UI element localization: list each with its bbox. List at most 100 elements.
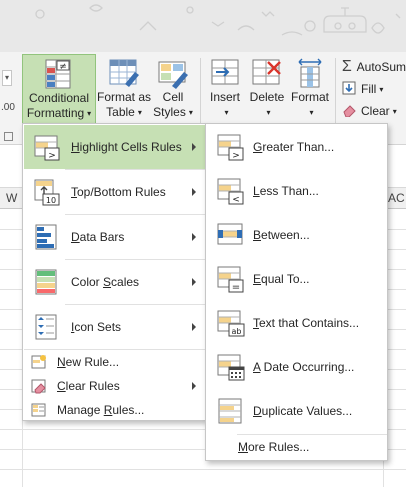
menu-label-post: ew Rule... bbox=[65, 355, 120, 369]
insert-cells-icon bbox=[211, 59, 239, 85]
menu-item-data-bars[interactable]: Data Bars bbox=[24, 215, 205, 259]
duplicate-values-icon bbox=[218, 398, 242, 424]
chevron-down-icon: ▾ bbox=[266, 108, 271, 117]
menu-label-post: cales bbox=[111, 275, 140, 289]
menu-item-highlight-cells-rules[interactable]: > Highlight Cells Rules bbox=[24, 125, 205, 169]
menu-label-post: uplicate Values... bbox=[261, 404, 353, 418]
number-format-dropdown[interactable]: ▾ bbox=[2, 70, 12, 86]
submenu-arrow-icon bbox=[192, 233, 196, 241]
delete-label: Delete bbox=[249, 90, 285, 104]
submenu-item-equal-to[interactable]: = Equal To... bbox=[207, 257, 387, 301]
insert-button[interactable]: Insert ▾ bbox=[205, 54, 245, 126]
format-as-table-label-1: Format as bbox=[96, 90, 151, 104]
svg-text:>: > bbox=[232, 151, 240, 161]
submenu-arrow-icon bbox=[192, 382, 196, 390]
column-header-ac[interactable]: AC bbox=[388, 191, 405, 205]
menu-label-key: N bbox=[57, 355, 66, 369]
delete-button[interactable]: Delete ▾ bbox=[248, 54, 286, 126]
format-button[interactable]: Format ▾ bbox=[288, 54, 332, 126]
fill-button[interactable]: Fill ▾ bbox=[340, 78, 406, 100]
menu-label-key: E bbox=[253, 272, 262, 286]
menu-label-post: lear Rules bbox=[65, 379, 120, 393]
between-icon bbox=[217, 223, 243, 245]
chevron-down-icon: ▾ bbox=[309, 108, 314, 117]
eraser-icon bbox=[340, 103, 358, 120]
clear-rules-icon bbox=[31, 379, 46, 394]
svg-text:≠: ≠ bbox=[59, 62, 67, 72]
submenu-item-greater-than[interactable]: > Greater Than... bbox=[207, 125, 387, 169]
chevron-down-icon: ▾ bbox=[188, 108, 193, 117]
highlight-cells-submenu: > Greater Than... < Less Than... Between… bbox=[205, 123, 388, 461]
menu-label-post: ighlight Cells Rules bbox=[79, 140, 182, 154]
menu-label-post: ata Bars bbox=[79, 230, 125, 244]
menu-item-top-bottom-rules[interactable]: 10 Top/Bottom Rules bbox=[24, 170, 205, 214]
conditional-formatting-menu: > Highlight Cells Rules 10 Top/Bottom Ru… bbox=[22, 123, 206, 421]
cell-styles-label-2: Styles bbox=[153, 105, 186, 119]
menu-label-post: ules... bbox=[112, 403, 145, 417]
menu-label-post: etween... bbox=[261, 228, 310, 242]
svg-text:>: > bbox=[48, 151, 56, 161]
greater-than-icon: > bbox=[217, 134, 244, 161]
svg-text:ab: ab bbox=[232, 327, 242, 336]
conditional-formatting-button[interactable]: ≠ Conditional Formatting ▾ bbox=[22, 54, 96, 126]
date-occurring-icon bbox=[217, 354, 245, 381]
menu-separator bbox=[237, 434, 387, 435]
menu-label-pre: Color bbox=[71, 275, 104, 289]
format-label: Format bbox=[290, 90, 329, 104]
column-header-w[interactable]: W bbox=[6, 191, 17, 205]
number-group-stub: ▾ .00 bbox=[0, 60, 20, 142]
menu-label-key: S bbox=[103, 275, 112, 289]
format-as-table-label-2: Table bbox=[106, 105, 135, 119]
menu-label-key: C bbox=[57, 379, 66, 393]
format-as-table-icon bbox=[109, 59, 139, 87]
chevron-down-icon: ▾ bbox=[224, 108, 229, 117]
chevron-down-icon: ▾ bbox=[379, 84, 384, 94]
clear-button[interactable]: Clear ▾ bbox=[340, 100, 406, 122]
cell-styles-button[interactable]: Cell Styles ▾ bbox=[150, 54, 196, 126]
chevron-down-icon: ▾ bbox=[137, 108, 142, 117]
submenu-item-between[interactable]: Between... bbox=[207, 213, 387, 257]
submenu-item-date-occurring[interactable]: A Date Occurring... bbox=[207, 345, 387, 389]
icon-sets-icon bbox=[35, 314, 57, 340]
grid-line bbox=[0, 469, 406, 470]
autosum-button[interactable]: Σ AutoSum bbox=[340, 56, 406, 78]
text-contains-icon: ab bbox=[217, 310, 245, 337]
insert-label: Insert bbox=[209, 90, 240, 104]
submenu-arrow-icon bbox=[192, 278, 196, 286]
editing-group: Σ AutoSum Fill ▾ Clear ▾ bbox=[340, 56, 406, 122]
menu-item-clear-rules[interactable]: Clear Rules bbox=[24, 374, 205, 398]
menu-label-pre: Manage bbox=[57, 403, 104, 417]
menu-label-post: ess Than... bbox=[259, 184, 319, 198]
menu-item-color-scales[interactable]: Color Scales bbox=[24, 260, 205, 304]
menu-label-key: D bbox=[71, 230, 80, 244]
svg-text:<: < bbox=[232, 195, 240, 205]
menu-item-icon-sets[interactable]: Icon Sets bbox=[24, 305, 205, 349]
submenu-arrow-icon bbox=[192, 188, 196, 196]
clear-label: Clear bbox=[361, 104, 390, 118]
title-bar-background bbox=[0, 0, 406, 52]
highlight-cells-icon: > bbox=[34, 135, 60, 161]
fill-label: Fill bbox=[361, 82, 377, 96]
number-dialog-launcher[interactable] bbox=[4, 132, 13, 141]
data-bars-icon bbox=[35, 224, 57, 250]
submenu-item-text-contains[interactable]: ab Text that Contains... bbox=[207, 301, 387, 345]
submenu-item-more-rules[interactable]: More Rules... bbox=[238, 440, 309, 454]
sigma-icon: Σ bbox=[341, 58, 352, 75]
decrease-decimal-icon[interactable]: .00 bbox=[1, 102, 15, 113]
format-as-table-button[interactable]: Format as Table ▾ bbox=[96, 54, 152, 126]
submenu-arrow-icon bbox=[192, 143, 196, 151]
svg-text:=: = bbox=[232, 282, 240, 293]
format-cells-icon bbox=[298, 58, 322, 88]
autosum-label: AutoSum bbox=[356, 60, 406, 74]
svg-text:10: 10 bbox=[46, 196, 56, 205]
menu-item-new-rule[interactable]: New Rule... bbox=[24, 350, 205, 374]
submenu-item-less-than[interactable]: < Less Than... bbox=[207, 169, 387, 213]
submenu-item-duplicate-values[interactable]: Duplicate Values... bbox=[207, 389, 387, 433]
menu-label-post: op/Bottom Rules bbox=[77, 185, 166, 199]
cell-styles-label-1: Cell bbox=[162, 90, 184, 104]
fill-down-icon bbox=[340, 81, 358, 98]
submenu-arrow-icon bbox=[192, 323, 196, 331]
menu-item-manage-rules[interactable]: Manage Rules... bbox=[24, 398, 205, 422]
menu-label-key: L bbox=[253, 184, 260, 198]
menu-label-post: ore Rules... bbox=[248, 440, 310, 454]
